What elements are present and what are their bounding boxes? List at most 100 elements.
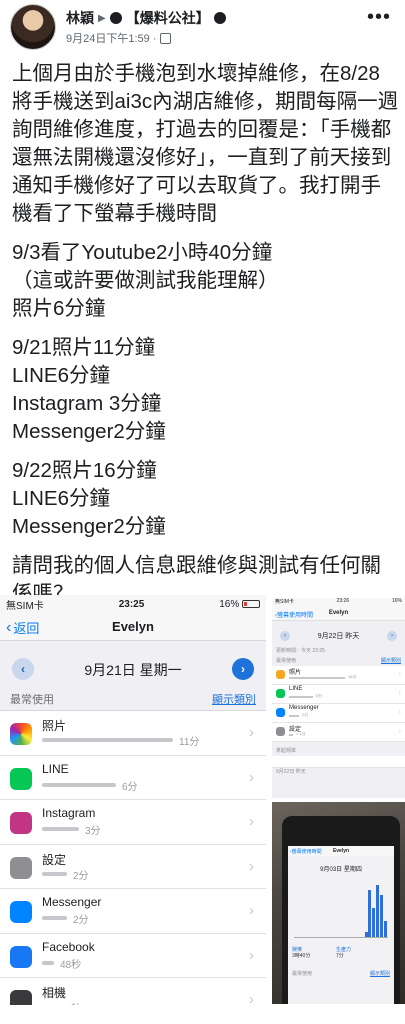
show-category-link: 顯示類別 [369, 971, 390, 977]
chevron-right-icon: › [249, 946, 254, 964]
date-label: 9月21日 星期一 [84, 662, 182, 678]
app-row[interactable]: 設定 < 1分 › [272, 723, 405, 742]
app-icon [276, 689, 285, 698]
app-name: LINE [42, 761, 69, 776]
author-name[interactable]: 林穎 [66, 8, 94, 28]
screen-time-screenshot-main[interactable]: 無SIM卡 23:25 16% ‹ 返回 Evelyn ‹ 9月21日 星期一 … [0, 595, 268, 1005]
app-icon [276, 670, 285, 679]
section-header: 最常使用 顯示類別 [0, 689, 266, 711]
app-row[interactable]: LINE 6分 › [272, 685, 405, 704]
usage-value: 2分 [73, 870, 89, 882]
post-paragraph: 9/3看了Youtube2小時40分鐘 （這或許要做測試我能理解） 照片6分鐘 [12, 241, 279, 320]
phone-screen: ‹螢幕使用時間 Evelyn 9月03日 星期四 娛樂 3時40分 生產力 7分… [288, 846, 394, 1004]
section-header: 最常使用 顯示類別 [292, 971, 390, 977]
ios-nav-bar: ‹螢幕使用時間 Evelyn [288, 846, 394, 856]
date-label: 9月03日 星期四 [320, 867, 362, 873]
hour-bar [384, 921, 388, 937]
app-name: 照片 [42, 719, 67, 733]
nav-title: Evelyn [112, 619, 154, 634]
ios-nav-bar: ‹ 返回 Evelyn [0, 613, 266, 641]
app-row[interactable]: 照片 11分 › [0, 711, 266, 756]
app-name: Facebook [42, 939, 95, 954]
group-badge-icon [109, 12, 122, 24]
app-name: Messenger [42, 895, 102, 909]
post-paragraph: 9/22照片16分鐘 LINE6分鐘 Messenger2分鐘 [12, 459, 166, 538]
battery-icon [242, 599, 260, 608]
app-icon [276, 708, 285, 717]
chevron-right-icon: › [249, 813, 254, 830]
usage-bar [42, 916, 67, 920]
stat-value: 3時40分 [292, 953, 311, 959]
hour-bar [368, 890, 372, 937]
app-name: 相機 [42, 986, 67, 1000]
phone-photo[interactable]: ‹螢幕使用時間 Evelyn 9月03日 星期四 娛樂 3時40分 生產力 7分… [272, 802, 405, 1004]
usage-value: 6分 [316, 693, 323, 698]
clock-label: 23:25 [118, 598, 145, 610]
usage-bar [42, 782, 116, 787]
usage-bar [42, 871, 67, 876]
nav-title: Evelyn [328, 610, 349, 616]
app-row[interactable]: Instagram 3分 › [0, 800, 266, 845]
screen-time-screenshot-second[interactable]: 無SIM卡 23:26 16% ‹螢幕使用時間 Evelyn ‹ 9月22日 昨… [272, 598, 405, 798]
app-name: Instagram [42, 806, 96, 820]
app-row[interactable]: Messenger 2分 › [0, 889, 266, 934]
post-timestamp[interactable]: 9月24日下午1:59 · [66, 30, 156, 46]
footer-date: 9月22日 昨天 [276, 769, 306, 775]
usage-bar [42, 960, 54, 965]
usage-value: 48秒 [60, 959, 82, 971]
app-row[interactable]: Facebook 48秒 › [0, 933, 266, 978]
author-avatar[interactable] [10, 4, 56, 50]
carrier-label: 無SIM卡 [6, 600, 44, 612]
ios-nav-bar: ‹螢幕使用時間 Evelyn [272, 607, 405, 621]
pickups-row [272, 756, 405, 768]
hour-bar [364, 932, 368, 937]
stat-value: 7分 [336, 953, 344, 959]
chevron-right-icon: › [398, 690, 401, 697]
category-stats: 娛樂 3時40分 生產力 7分 [292, 946, 390, 960]
app-name: Messenger [289, 705, 319, 711]
next-day-icon[interactable]: › [387, 631, 397, 641]
chevron-right-icon: › [398, 709, 401, 716]
chevron-right-icon: › [398, 728, 401, 735]
ios-status-bar: 無SIM卡 23:25 16% [0, 595, 266, 613]
app-row[interactable]: 相機39秒 › [0, 978, 266, 1005]
app-name: 設定 [42, 852, 67, 867]
post-header: 林穎 ▶ 【爆料公社】 9月24日下午1:59 · ••• [0, 0, 405, 52]
app-row[interactable]: 設定 2分 › [0, 844, 266, 889]
settings-icon [10, 856, 32, 879]
show-category-link[interactable]: 顯示類別 [381, 656, 401, 666]
app-name: 照片 [289, 670, 302, 676]
facebook-icon [10, 945, 32, 968]
line-icon [10, 767, 32, 790]
audience-icon [160, 32, 172, 44]
pickups-header: 拿起頻率 [276, 748, 297, 754]
chevron-right-icon: › [249, 902, 254, 919]
usage-bar [289, 696, 313, 698]
post-paragraph: 上個月由於手機泡到水壞掉維修，在8/28將手機送到ai3c內湖店維修，期間每隔一… [12, 62, 399, 225]
usage-value: < 1分 [296, 731, 306, 736]
battery-indicator: 16% [219, 599, 260, 610]
usage-value: 39秒 [60, 1000, 81, 1005]
app-row[interactable]: Messenger 2分 › [272, 704, 405, 723]
app-icon [276, 727, 285, 736]
caret-right-icon: ▶ [98, 12, 106, 24]
app-usage-list: 照片 16分 › LINE 6分 › Messenger 2分 › 設定 < 1分 › [272, 666, 405, 742]
section-header: 最常使用 顯示類別 [276, 656, 401, 666]
more-options-icon[interactable]: ••• [367, 7, 391, 27]
post-body: 上個月由於手機泡到水壞掉維修，在8/28將手機送到ai3c內湖店維修，期間每隔一… [12, 60, 400, 608]
usage-value: 2分 [73, 915, 89, 926]
app-row[interactable]: LINE 6分 › [0, 755, 266, 800]
app-usage-list: 照片 11分 › LINE 6分 › Instagram 3分 › 設定 2分 › Messenger 2… [0, 711, 266, 1005]
group-name[interactable]: 【爆料公社】 [126, 8, 210, 28]
chevron-right-icon: › [398, 671, 401, 678]
show-category-link[interactable]: 顯示類別 [212, 689, 256, 711]
hourly-usage-chart [294, 882, 388, 938]
post-meta: 9月24日下午1:59 · [66, 30, 172, 46]
usage-value: 16分 [348, 674, 357, 679]
next-day-icon[interactable]: › [232, 658, 254, 680]
usage-value: 3分 [85, 826, 101, 837]
chevron-right-icon: › [249, 724, 254, 741]
date-label: 9月22日 昨天 [317, 633, 360, 640]
app-row[interactable]: 照片 16分 › [272, 666, 405, 685]
usage-bar [42, 827, 79, 831]
